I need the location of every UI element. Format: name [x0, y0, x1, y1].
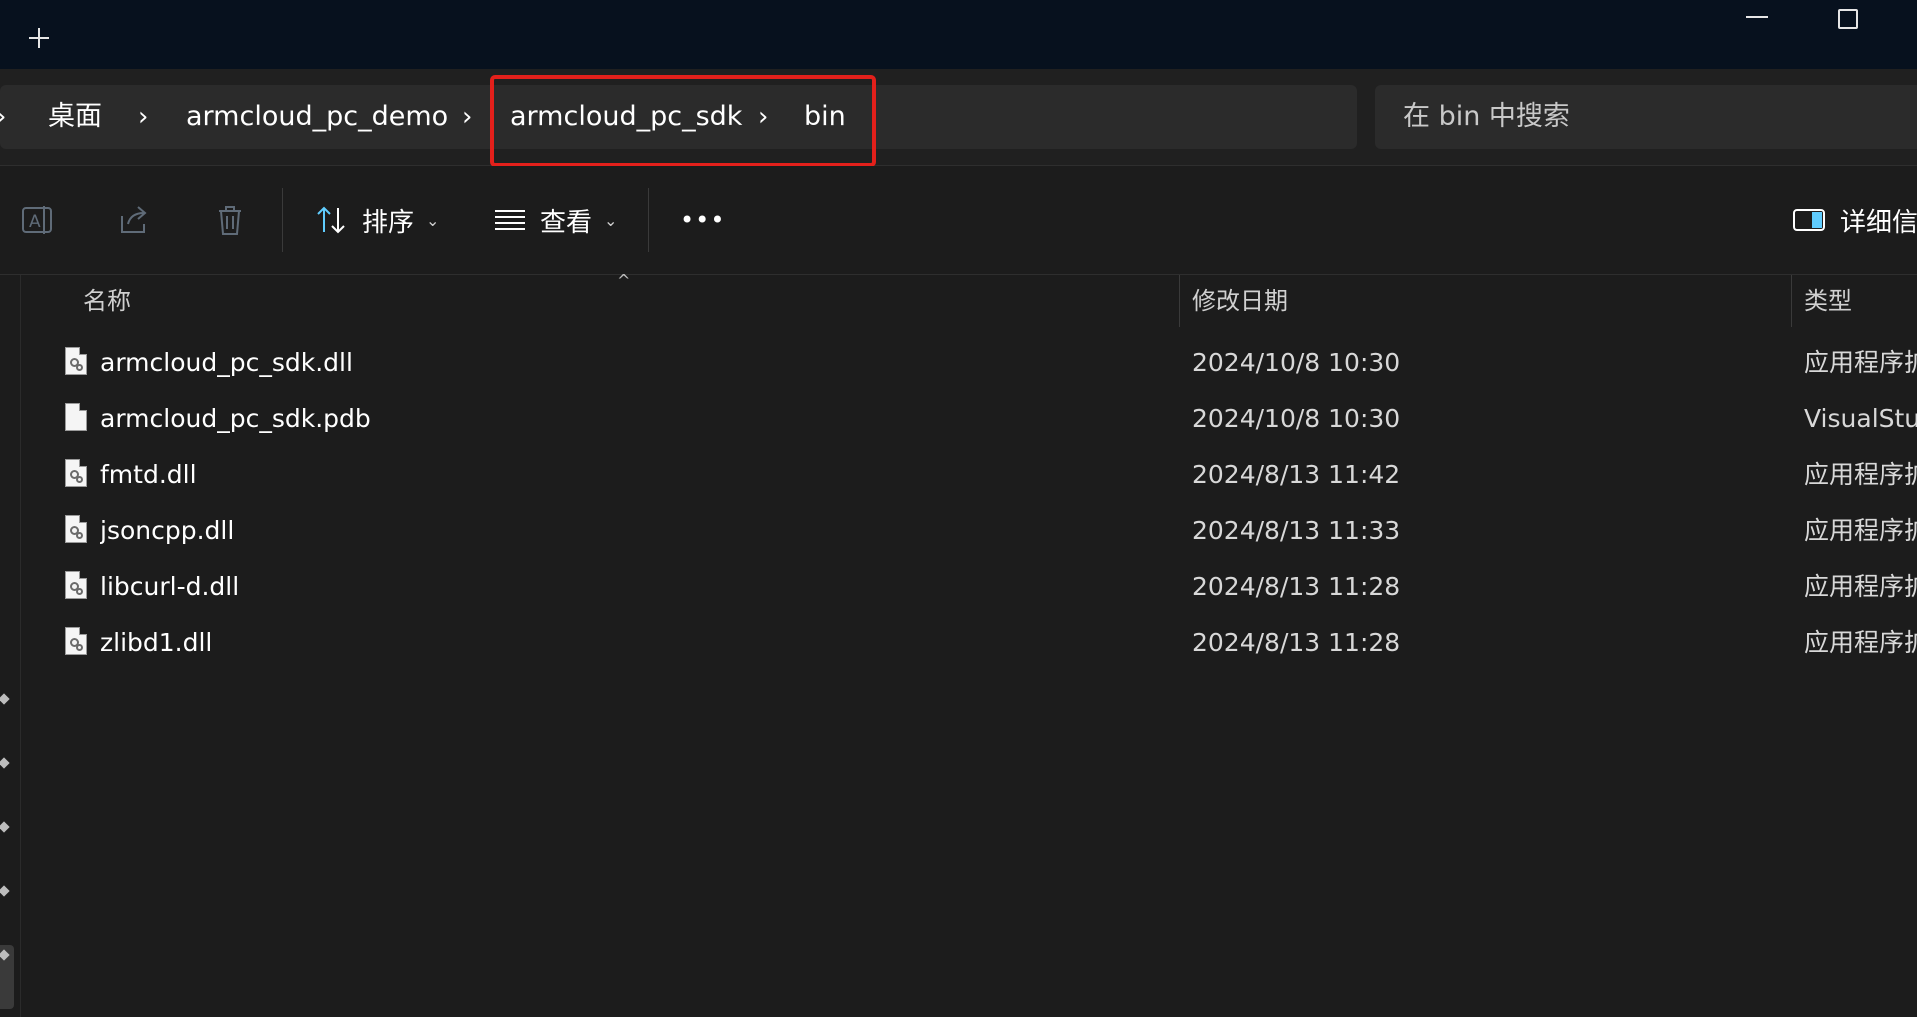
file-type: 应用程序扩展: [1804, 516, 1917, 545]
sort-icon: [317, 206, 345, 234]
title-bar: [0, 0, 1917, 69]
highlight-annotation-box: [490, 75, 876, 167]
chevron-right-icon[interactable]: ›: [0, 85, 6, 149]
file-modified: 2024/10/8 10:30: [1192, 348, 1401, 377]
more-options-button[interactable]: •••: [680, 166, 725, 274]
file-modified: 2024/8/13 11:33: [1192, 516, 1401, 545]
file-type: VisualStudio: [1804, 404, 1917, 433]
svg-text:A: A: [29, 212, 41, 232]
breadcrumb-item-armcloud-pc-demo[interactable]: armcloud_pc_demo: [186, 85, 448, 149]
dll-file-icon: [65, 459, 87, 487]
chevron-right-icon[interactable]: ›: [462, 85, 472, 149]
file-row[interactable]: armcloud_pc_sdk.dll 2024/10/8 10:30 应用程序…: [20, 335, 1917, 391]
file-name: zlibd1.dll: [100, 628, 213, 657]
dll-file-icon: [65, 515, 87, 543]
pin-icon[interactable]: [0, 885, 10, 899]
file-name: armcloud_pc_sdk.dll: [100, 348, 353, 377]
details-pane-button[interactable]: 详细信息: [1792, 166, 1917, 274]
view-label: 查看: [540, 207, 593, 238]
file-modified: 2024/8/13 11:28: [1192, 572, 1401, 601]
more-icon: •••: [680, 206, 726, 234]
file-row[interactable]: jsoncpp.dll 2024/8/13 11:33 应用程序扩展: [20, 503, 1917, 559]
sort-ascending-indicator: ^: [617, 271, 631, 290]
search-input[interactable]: 在 bin 中搜索: [1375, 85, 1917, 149]
dll-file-icon: [65, 347, 87, 375]
pin-icon[interactable]: [0, 949, 10, 963]
details-label: 详细信息: [1840, 207, 1917, 238]
search-placeholder: 在 bin 中搜索: [1403, 101, 1570, 132]
pin-icon[interactable]: [0, 757, 10, 771]
file-row[interactable]: armcloud_pc_sdk.pdb 2024/10/8 10:30 Visu…: [20, 391, 1917, 447]
generic-file-icon: [65, 403, 87, 431]
navigation-pane-edge: [0, 275, 21, 1017]
share-button[interactable]: [116, 166, 152, 274]
file-row[interactable]: libcurl-d.dll 2024/8/13 11:28 应用程序扩展: [20, 559, 1917, 615]
maximize-icon[interactable]: [1838, 9, 1858, 29]
file-list: ^ 名称 修改日期 类型 armcloud_pc_sdk.dll 2024/10…: [0, 271, 1917, 1017]
chevron-down-icon: ⌄: [604, 210, 618, 230]
details-pane-icon: [1793, 209, 1825, 231]
file-modified: 2024/8/13 11:42: [1192, 460, 1401, 489]
chevron-right-icon[interactable]: ›: [138, 85, 148, 149]
pin-icon[interactable]: [0, 693, 10, 707]
file-type: 应用程序扩展: [1804, 628, 1917, 657]
file-modified: 2024/10/8 10:30: [1192, 404, 1401, 433]
column-divider[interactable]: [1179, 275, 1180, 327]
file-row[interactable]: fmtd.dll 2024/8/13 11:42 应用程序扩展: [20, 447, 1917, 503]
file-type: 应用程序扩展: [1804, 348, 1917, 377]
trash-icon: [219, 206, 241, 235]
file-name: libcurl-d.dll: [100, 572, 240, 601]
file-type: 应用程序扩展: [1804, 572, 1917, 601]
dll-file-icon: [65, 627, 87, 655]
command-bar: A 排序 ⌄ 查看 ⌄ ••• 详细信: [0, 166, 1917, 275]
file-name: armcloud_pc_sdk.pdb: [100, 404, 371, 433]
address-bar-row: › 桌面 › armcloud_pc_demo › armcloud_pc_sd…: [0, 69, 1917, 166]
share-icon: [121, 206, 147, 233]
plus-icon[interactable]: [27, 26, 51, 50]
sort-button[interactable]: 排序 ⌄: [314, 166, 439, 274]
rename-icon: A: [22, 206, 52, 234]
column-divider[interactable]: [1791, 275, 1792, 327]
dll-file-icon: [65, 571, 87, 599]
delete-button[interactable]: [212, 166, 248, 274]
view-button[interactable]: 查看 ⌄: [492, 166, 617, 274]
column-header-modified[interactable]: 修改日期: [1192, 275, 1288, 327]
toolbar-divider: [648, 188, 649, 252]
file-type: 应用程序扩展: [1804, 460, 1917, 489]
list-view-icon: [495, 210, 525, 230]
sort-label: 排序: [362, 207, 415, 238]
pin-icon[interactable]: [0, 821, 10, 835]
file-name: fmtd.dll: [100, 460, 197, 489]
file-name: jsoncpp.dll: [100, 516, 235, 545]
minimize-icon[interactable]: [1746, 16, 1768, 18]
file-modified: 2024/8/13 11:28: [1192, 628, 1401, 657]
toolbar-divider: [282, 188, 283, 252]
rename-button[interactable]: A: [20, 166, 56, 274]
column-header-type[interactable]: 类型: [1804, 275, 1852, 327]
column-header-name[interactable]: 名称: [83, 275, 131, 327]
breadcrumb-item-desktop[interactable]: 桌面: [48, 85, 102, 149]
file-row[interactable]: zlibd1.dll 2024/8/13 11:28 应用程序扩展: [20, 615, 1917, 671]
chevron-down-icon: ⌄: [426, 210, 440, 230]
